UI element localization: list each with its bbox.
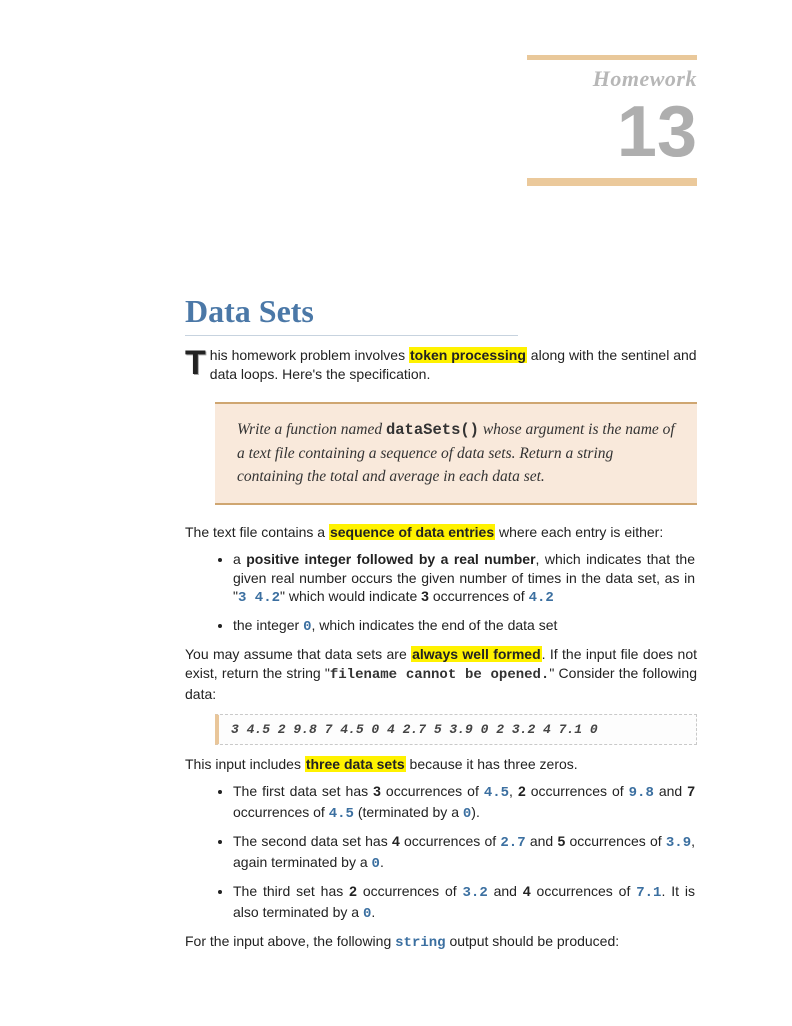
intro-paragraph: T his homework problem involves token pr…	[185, 346, 697, 384]
list-item: a positive integer followed by a real nu…	[233, 550, 697, 609]
code-3-4-2: 3 4.2	[238, 590, 280, 606]
homework-label: Homework	[527, 64, 697, 94]
code-string: string	[395, 935, 445, 951]
code-block-input: 3 4.5 2 9.8 7 4.5 0 4 2.7 5 3.9 0 2 3.2 …	[215, 714, 697, 746]
hl-sequence-entries: sequence of data entries	[329, 524, 495, 540]
body1-text-2: where each entry is either:	[495, 524, 663, 540]
body-2: You may assume that data sets are always…	[185, 645, 697, 704]
body-4: For the input above, the following strin…	[185, 932, 697, 953]
page-title: Data Sets	[185, 290, 518, 336]
hl-three-data-sets: three data sets	[305, 756, 406, 772]
homework-header: Homework 13	[527, 55, 697, 186]
datasets-list: The first data set has 3 occurrences of …	[233, 782, 697, 923]
homework-number: 13	[527, 98, 697, 166]
code-filename: filename	[330, 667, 397, 683]
spec-text-1: Write a function named	[237, 421, 386, 438]
specification-box: Write a function named dataSets() whose …	[215, 402, 697, 505]
body1-text-1: The text file contains a	[185, 524, 329, 540]
header-rule-top	[527, 55, 697, 60]
list-item: The second data set has 4 occurrences of…	[233, 832, 697, 874]
header-rule-bottom	[527, 178, 697, 186]
spec-function-name: dataSets()	[386, 421, 479, 439]
hl-token-processing: token processing	[409, 347, 527, 363]
intro-text-1: his homework problem involves	[210, 347, 409, 363]
dropcap: T	[185, 348, 206, 379]
body-1: The text file contains a sequence of dat…	[185, 523, 697, 542]
hl-well-formed: always well formed	[411, 646, 542, 662]
list-item: the integer 0, which indicates the end o…	[233, 616, 697, 637]
list-item: The first data set has 3 occurrences of …	[233, 782, 697, 824]
list-item: The third set has 2 occurrences of 3.2 a…	[233, 882, 697, 924]
body-3: This input includes three data sets beca…	[185, 755, 697, 774]
entry-type-list: a positive integer followed by a real nu…	[233, 550, 697, 638]
code-cannot-open: cannot be opened.	[397, 667, 549, 683]
bold-positive-integer: positive integer followed by a real numb…	[246, 551, 535, 567]
